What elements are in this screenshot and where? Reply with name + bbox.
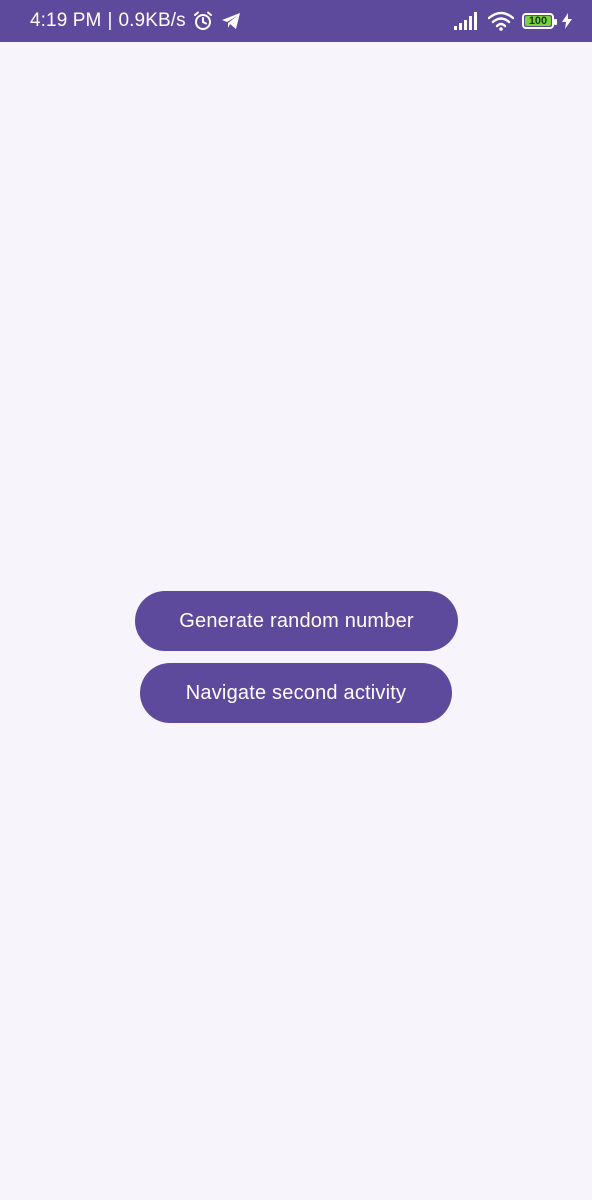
signal-icon xyxy=(454,12,480,30)
status-separator: | xyxy=(107,10,113,31)
generate-random-number-button[interactable]: Generate random number xyxy=(135,591,458,651)
status-bar: 4:19 PM | 0.9KB/s 100 xyxy=(0,0,592,42)
wifi-icon xyxy=(488,11,514,31)
clock: 4:19 PM xyxy=(30,10,102,31)
main-content: Generate random number Navigate second a… xyxy=(0,42,592,1200)
battery-icon: 100 xyxy=(522,13,557,29)
navigate-second-activity-button[interactable]: Navigate second activity xyxy=(140,663,452,723)
status-bar-left: 4:19 PM | 0.9KB/s xyxy=(30,10,242,32)
status-bar-right: 100 xyxy=(454,11,572,31)
telegram-icon xyxy=(220,10,242,32)
battery-level: 100 xyxy=(528,14,548,27)
charging-icon xyxy=(562,13,572,29)
alarm-icon xyxy=(192,10,214,32)
network-speed: 0.9KB/s xyxy=(118,10,186,31)
